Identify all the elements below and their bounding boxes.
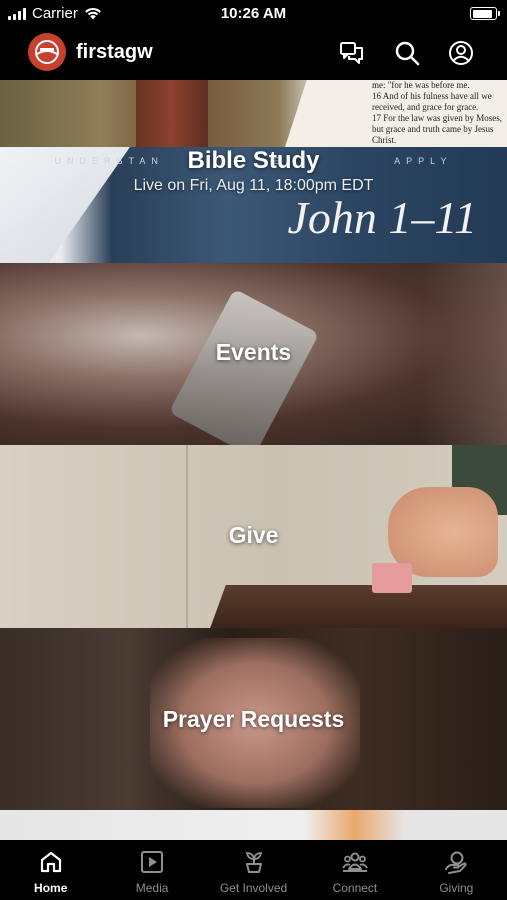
profile-icon[interactable] (447, 39, 475, 67)
bible-study-scripture-title: John 1–11 (287, 192, 477, 243)
give-title: Give (228, 522, 279, 548)
battery-fill (472, 9, 492, 18)
battery-icon (470, 7, 500, 20)
tab-label-media: Media (135, 881, 169, 895)
feed-tile-scripture[interactable]: me: "for he was before me. 16 And of his… (0, 80, 507, 147)
app-header: firstagw (0, 28, 507, 80)
feed-tile-bible-study[interactable]: UNDERSTAN E APPLY Bible Study Live on Fr… (0, 147, 507, 263)
church-logo-icon[interactable] (28, 33, 66, 71)
tab-label-connect: Connect (332, 881, 378, 895)
search-icon[interactable] (393, 39, 421, 67)
tree-bark-image (136, 80, 208, 147)
events-title: Events (215, 339, 292, 365)
tab-get-involved[interactable]: Get Involved (203, 840, 304, 900)
tab-connect[interactable]: Connect (304, 840, 405, 900)
giving-icon (445, 851, 467, 874)
media-icon (141, 851, 164, 873)
feed-tile-next[interactable] (0, 810, 507, 840)
feed-tile-give[interactable]: Give (0, 445, 507, 628)
tab-home[interactable]: Home (0, 840, 101, 900)
bible-study-title: Bible Study (187, 147, 320, 174)
guitar-headstock-image (168, 288, 320, 445)
tab-label-get-involved: Get Involved (219, 881, 288, 895)
app-name: firstagw (76, 41, 153, 63)
status-bar: Carrier 10:26 AM (0, 0, 507, 28)
tab-giving[interactable]: Giving (406, 840, 507, 900)
home-icon (40, 851, 61, 873)
tab-bar: Home Media Get Involved Connect Giving (0, 840, 507, 900)
offering-box-image (210, 585, 507, 628)
home-feed[interactable]: me: "for he was before me. 16 And of his… (0, 80, 507, 840)
status-time: 10:26 AM (220, 5, 287, 22)
group-icon (342, 852, 368, 872)
prayer-requests-title: Prayer Requests (162, 706, 345, 732)
scripture-text: me: "for he was before me. 16 And of his… (372, 80, 502, 147)
tab-media[interactable]: Media (101, 840, 202, 900)
tab-label-giving: Giving (439, 881, 474, 895)
plant-icon (245, 852, 262, 873)
feed-tile-events[interactable]: Events (0, 263, 507, 445)
tab-label-home: Home (34, 881, 68, 895)
feed-tile-prayer-requests[interactable]: Prayer Requests (0, 628, 507, 810)
banknote-image (372, 563, 412, 593)
chat-icon[interactable] (338, 39, 366, 67)
